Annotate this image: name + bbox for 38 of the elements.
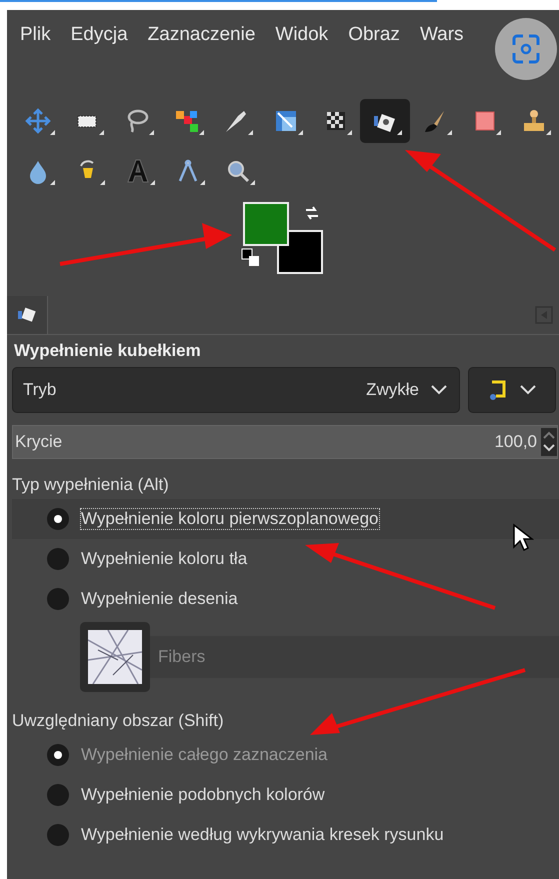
tool-options-tab[interactable] [7, 296, 48, 334]
radio-label[interactable]: Wypełnienie podobnych kolorów [81, 785, 325, 805]
menu-item[interactable]: Zaznaczenie [148, 24, 256, 46]
radio-button[interactable] [47, 508, 69, 530]
mouse-pointer-icon [512, 523, 534, 553]
reset-colors-icon[interactable] [241, 248, 261, 268]
menu-item[interactable]: Edycja [70, 24, 128, 46]
swap-arrows-icon[interactable] [303, 204, 321, 222]
section-label: Typ wypełnienia (Alt) [12, 474, 170, 496]
spin-arrows-icon[interactable] [541, 428, 557, 456]
tool-button[interactable] [360, 99, 410, 143]
radio-button[interactable] [47, 824, 69, 846]
letter-icon[interactable] [125, 158, 151, 184]
move-arrows-icon[interactable] [24, 108, 51, 134]
magnifier-icon[interactable] [225, 158, 251, 184]
foreground-color-swatch[interactable] [243, 202, 289, 246]
radio-button[interactable] [47, 588, 69, 610]
menu-item[interactable]: Plik [20, 24, 51, 46]
radio-label[interactable]: Wypełnienie według wykrywania kresek rysunku [81, 825, 444, 845]
chevron-down-icon [429, 383, 449, 397]
menu-item[interactable]: Obraz [348, 24, 400, 46]
screenshot-lens-icon[interactable] [494, 17, 558, 81]
section-label: Uwzględniany obszar (Shift) [12, 710, 225, 732]
menu-item[interactable]: Widok [275, 24, 328, 46]
colored-squares-icon[interactable] [174, 108, 200, 134]
menu-item[interactable]: Wars [420, 24, 464, 46]
radio-label[interactable]: Wypełnienie koloru tła [81, 549, 248, 569]
fill-mode-dropdown[interactable] [468, 367, 556, 413]
background-color-swatch[interactable] [277, 230, 323, 274]
tool-options-title: Wypełnienie kubełkiem [13, 341, 202, 362]
chevron-down-icon [518, 383, 538, 397]
radio-button[interactable] [47, 548, 69, 570]
opacity-spinner[interactable]: Krycie 100,0 [12, 425, 558, 459]
pattern-preview[interactable] [80, 622, 150, 692]
paint-bucket-icon [17, 306, 37, 324]
mode-dropdown[interactable]: Tryb Zwykłe [12, 367, 460, 413]
radio-label[interactable]: Wypełnienie desenia [81, 589, 238, 609]
radio-button[interactable] [47, 784, 69, 806]
